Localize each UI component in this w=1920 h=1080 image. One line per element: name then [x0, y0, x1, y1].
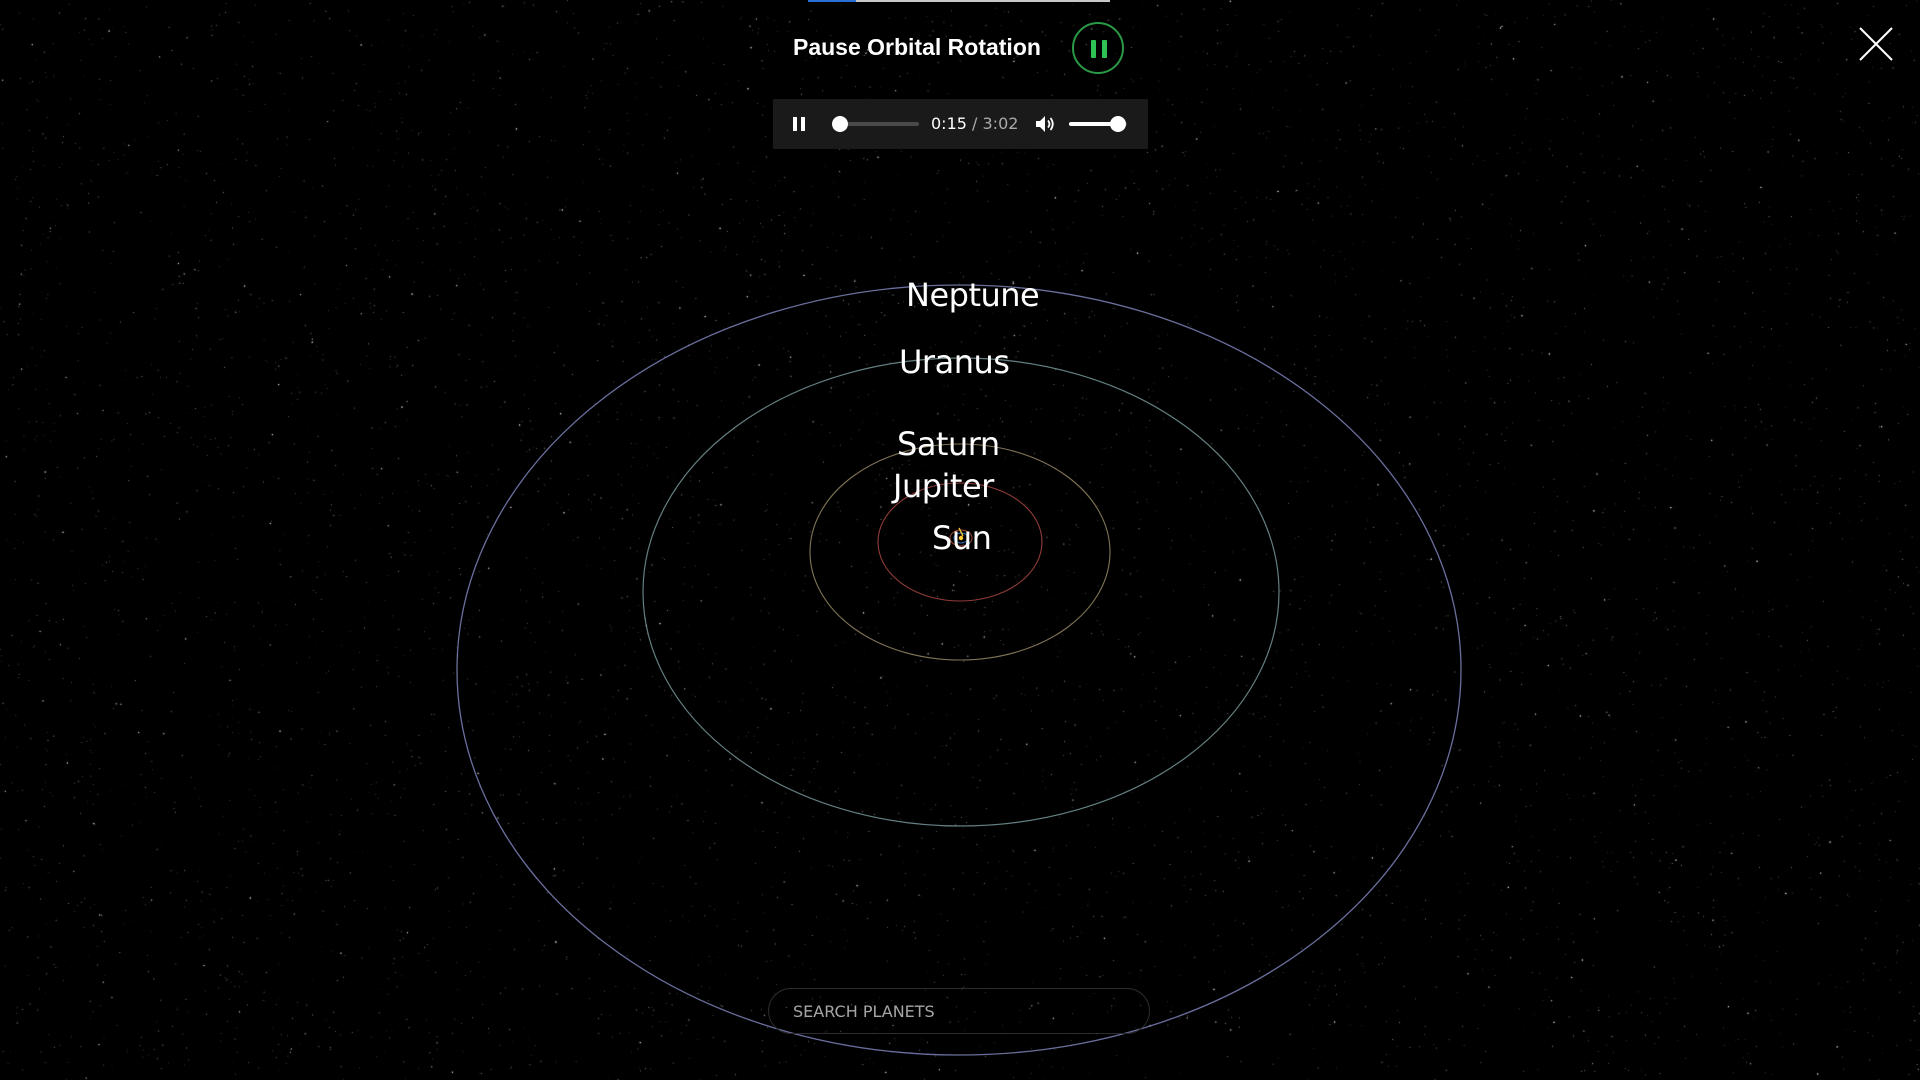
volume-icon — [1036, 116, 1054, 132]
audio-duration: 3:02 — [982, 114, 1019, 133]
planet-label-jupiter[interactable]: Jupiter — [893, 467, 994, 505]
solar-system-view[interactable]: Pause Orbital Rotation 0:15 / 3:02 Neptu… — [0, 0, 1920, 1080]
pause-rotation-label: Pause Orbital Rotation — [793, 34, 1041, 60]
close-button[interactable] — [1856, 24, 1896, 64]
planet-label-saturn[interactable]: Saturn — [897, 425, 1000, 463]
audio-play-pause-button[interactable] — [791, 115, 809, 133]
planet-label-sun[interactable]: Sun — [932, 519, 992, 557]
top-progress-bar — [808, 0, 1110, 2]
pause-rotation-button[interactable] — [1072, 22, 1124, 74]
audio-seek-knob[interactable] — [832, 116, 849, 132]
close-icon — [1859, 27, 1893, 61]
audio-time-display: 0:15 / 3:02 — [931, 113, 1018, 135]
orbit-neptune — [456, 284, 1462, 1056]
search-planets-input[interactable] — [793, 989, 1123, 1033]
audio-current-time: 0:15 — [931, 114, 967, 133]
audio-seek-slider[interactable] — [832, 116, 919, 132]
volume-knob[interactable] — [1110, 116, 1127, 132]
volume-slider[interactable] — [1069, 116, 1127, 132]
audio-time-separator: / — [966, 114, 983, 133]
volume-button[interactable] — [1033, 112, 1057, 136]
audio-player[interactable]: 0:15 / 3:02 — [773, 99, 1148, 149]
planet-label-uranus[interactable]: Uranus — [899, 343, 1010, 381]
top-progress-fill — [808, 0, 857, 2]
search-planets-box[interactable] — [768, 988, 1150, 1034]
planet-label-neptune[interactable]: Neptune — [906, 276, 1040, 314]
